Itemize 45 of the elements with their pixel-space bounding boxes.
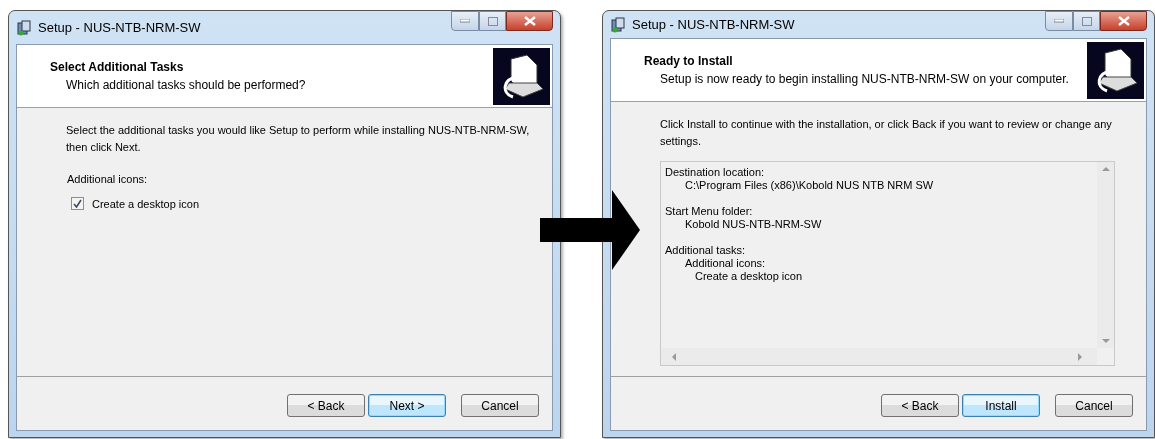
dialog-button[interactable]: Cancel bbox=[1055, 394, 1133, 417]
vertical-scrollbar[interactable] bbox=[1097, 162, 1114, 348]
minimize-button[interactable] bbox=[1045, 11, 1073, 31]
dialog-button[interactable]: < Back bbox=[881, 394, 959, 417]
checkbox[interactable] bbox=[71, 197, 84, 211]
close-button[interactable] bbox=[1100, 11, 1147, 31]
minimize-button[interactable] bbox=[451, 11, 479, 31]
summary-line: Create a desktop icon bbox=[694, 270, 803, 283]
maximize-icon bbox=[1081, 16, 1092, 26]
page-subheading: Which additional tasks should be performed? bbox=[65, 77, 306, 94]
setup-icon bbox=[610, 16, 626, 33]
minimize-icon bbox=[460, 19, 470, 23]
summary-line: Additional icons: bbox=[684, 257, 767, 270]
right-arrow-icon bbox=[540, 190, 640, 270]
group-label: Additional icons: bbox=[66, 172, 149, 187]
close-button[interactable] bbox=[506, 11, 553, 31]
maximize-icon bbox=[487, 16, 498, 26]
page-heading: Select Additional Tasks bbox=[50, 59, 185, 76]
maximize-button[interactable] bbox=[1073, 11, 1100, 31]
close-icon bbox=[1117, 16, 1130, 26]
page-heading: Ready to Install bbox=[644, 53, 734, 70]
summary-line: Start Menu folder: bbox=[665, 205, 754, 218]
summary-line: Kobold NUS-NTB-NRM-SW bbox=[684, 218, 823, 231]
dialog-button[interactable]: < Back bbox=[287, 394, 365, 417]
horizontal-scrollbar[interactable] bbox=[661, 348, 1097, 365]
minimize-icon bbox=[1054, 19, 1064, 23]
instructions-text: Select the additional tasks you would like Setup to perform while installing NUS-NTB-NRM-SW, then click Next. bbox=[66, 123, 531, 155]
close-icon bbox=[523, 16, 536, 26]
dialog-button[interactable]: Next > bbox=[368, 394, 446, 417]
summary-line: C:\Program Files (x86)\Kobold NUS NTB NRM SW bbox=[684, 179, 935, 192]
scroll-down-icon[interactable] bbox=[1101, 339, 1110, 344]
page-subheading: Setup is now ready to begin installing NUS-NTB-NRM-SW on your computer. bbox=[659, 71, 1069, 88]
window-title: Setup - NUS-NTB-NRM-SW bbox=[632, 15, 795, 34]
window-title: Setup - NUS-NTB-NRM-SW bbox=[38, 18, 201, 37]
dialog-button[interactable]: Install bbox=[962, 394, 1040, 417]
checkbox-label[interactable]: Create a desktop icon bbox=[92, 195, 199, 212]
scroll-left-icon[interactable] bbox=[671, 352, 676, 361]
setup-icon bbox=[16, 19, 32, 36]
scroll-up-icon[interactable] bbox=[1101, 166, 1110, 171]
scroll-right-icon[interactable] bbox=[1078, 352, 1083, 361]
instructions-text: Click Install to continue with the installation, or click Back if you want to review or change any settings. bbox=[660, 117, 1113, 149]
summary-line: Destination location: bbox=[665, 166, 766, 179]
maximize-button[interactable] bbox=[479, 11, 506, 31]
dialog-button[interactable]: Cancel bbox=[461, 394, 539, 417]
summary-line: Additional tasks: bbox=[665, 244, 747, 257]
